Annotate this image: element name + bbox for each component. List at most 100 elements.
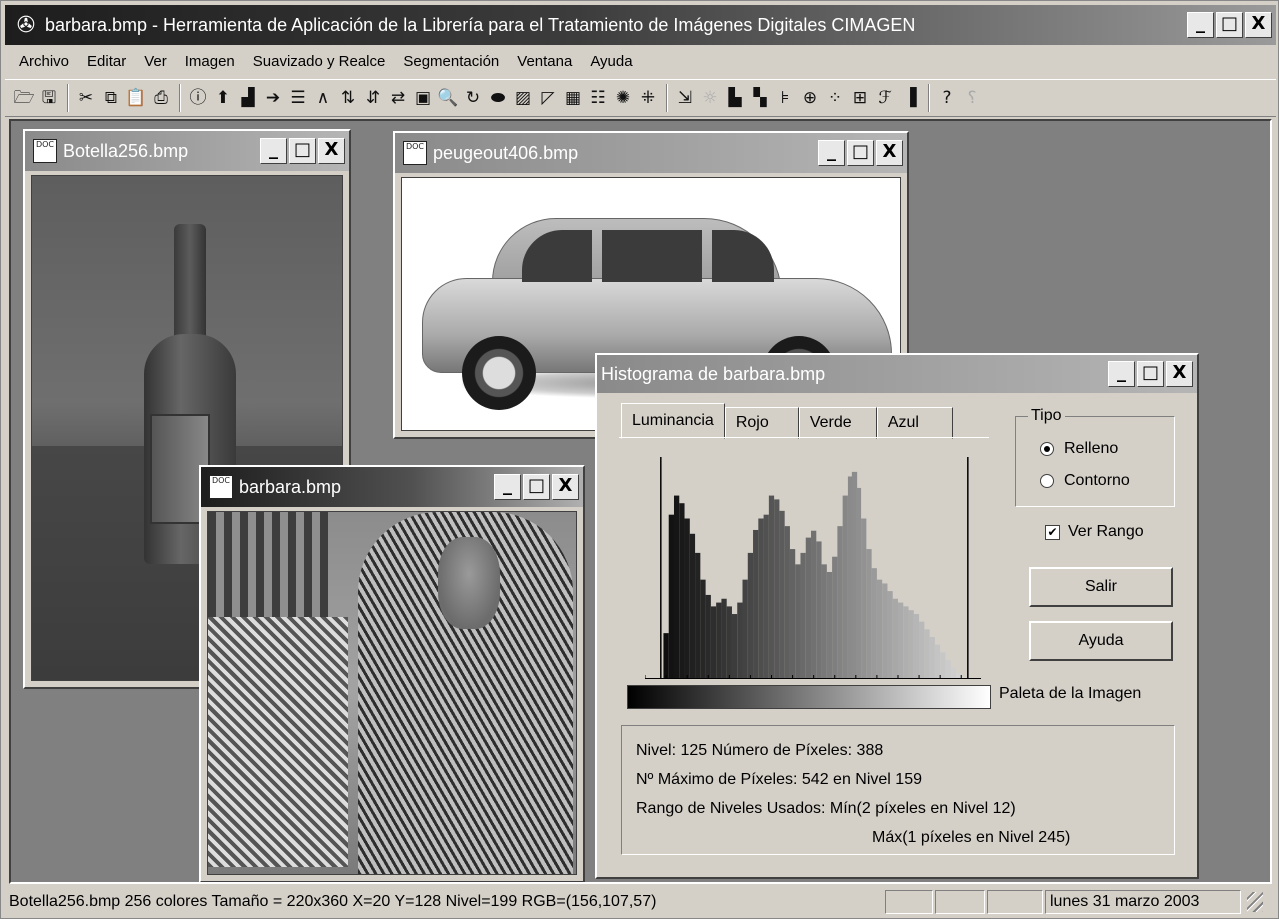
sort-icon[interactable]: ⇵ xyxy=(362,86,384,110)
window-barbara[interactable]: DOC barbara.bmp _ □ X xyxy=(199,465,585,882)
info-icon[interactable]: ⓘ xyxy=(187,86,209,110)
barbara-title-bar[interactable]: DOC barbara.bmp _ □ X xyxy=(201,467,583,507)
fft-icon[interactable]: ℱ xyxy=(874,86,896,110)
close-button[interactable]: X xyxy=(1166,361,1193,387)
table-icon[interactable]: ⊞ xyxy=(849,86,871,110)
print-icon[interactable]: ⎙ xyxy=(150,86,172,110)
menu-imagen[interactable]: Imagen xyxy=(185,53,235,70)
ellipse-icon[interactable]: ⬬ xyxy=(487,86,509,110)
minimize-button[interactable]: _ xyxy=(1108,361,1135,387)
and-or-icon[interactable]: ∧ xyxy=(312,86,334,110)
close-button[interactable]: X xyxy=(1245,12,1272,38)
minimize-button[interactable]: _ xyxy=(494,474,521,500)
rotate-icon[interactable]: ↻ xyxy=(462,86,484,110)
radio-relleno[interactable]: Relleno xyxy=(1040,433,1174,465)
histogram-title-bar[interactable]: Histograma de barbara.bmp _ □ X xyxy=(597,355,1197,393)
dots-icon[interactable]: ⁘ xyxy=(824,86,846,110)
menu-ver[interactable]: Ver xyxy=(144,53,167,70)
histogram-bar xyxy=(861,518,867,679)
document-icon: DOC xyxy=(209,475,233,499)
zoom-icon[interactable]: 🔍 xyxy=(437,86,459,110)
menu-segmentacion[interactable]: Segmentación xyxy=(403,53,499,70)
radio-relleno-dot[interactable] xyxy=(1040,442,1054,456)
align-icon[interactable]: ⊧ xyxy=(774,86,796,110)
image-icon[interactable]: ▣ xyxy=(412,86,434,110)
filter-icon[interactable]: ⊕ xyxy=(799,86,821,110)
close-button[interactable]: X xyxy=(876,140,903,166)
cut-icon[interactable]: ✂ xyxy=(75,86,97,110)
maximize-button[interactable]: □ xyxy=(1137,361,1164,387)
histogram-bar xyxy=(663,633,669,679)
paste-icon[interactable]: 📋 xyxy=(125,86,147,110)
menu-editar[interactable]: Editar xyxy=(87,53,126,70)
resize-grip-icon[interactable] xyxy=(1247,892,1263,912)
minimize-button[interactable]: _ xyxy=(818,140,845,166)
list-icon[interactable]: ☰ xyxy=(287,86,309,110)
ayuda-button[interactable]: Ayuda xyxy=(1029,621,1173,661)
maximize-button[interactable]: □ xyxy=(847,140,874,166)
texture-icon[interactable]: ▨ xyxy=(512,86,534,110)
tab-luminancia[interactable]: Luminancia xyxy=(621,403,725,439)
tab-azul[interactable]: Azul xyxy=(876,407,953,439)
help-icon[interactable]: ? xyxy=(936,86,958,110)
histogram-bar xyxy=(731,614,738,679)
exchange-icon[interactable]: ⇄ xyxy=(387,86,409,110)
pattern-icon[interactable]: ⁜ xyxy=(637,86,659,110)
radio-contorno-dot[interactable] xyxy=(1040,474,1054,488)
curve-icon[interactable]: ◸ xyxy=(537,86,559,110)
open-icon[interactable]: 🗁 xyxy=(13,86,35,110)
menu-suavizado[interactable]: Suavizado y Realce xyxy=(253,53,386,70)
grid-icon[interactable]: ▦ xyxy=(562,86,584,110)
radio-contorno[interactable]: Contorno xyxy=(1040,465,1174,497)
sun-icon[interactable]: ☼ xyxy=(699,86,721,110)
maximize-button[interactable]: □ xyxy=(1216,12,1243,38)
application-window: ✇ barbara.bmp - Herramienta de Aplicació… xyxy=(0,0,1279,919)
botella-title: Botella256.bmp xyxy=(63,140,189,161)
arrow-right-icon[interactable]: ➔ xyxy=(262,86,284,110)
minimize-button[interactable]: _ xyxy=(1187,12,1214,38)
app-title-bar[interactable]: ✇ barbara.bmp - Herramienta de Aplicació… xyxy=(5,5,1276,45)
histogram-chart xyxy=(645,457,981,679)
histogram-bar xyxy=(800,552,806,679)
peugeot-title-bar[interactable]: DOC peugeout406.bmp _ □ X xyxy=(395,133,907,173)
histogram-bar xyxy=(929,636,935,679)
close-button[interactable]: X xyxy=(552,474,579,500)
swap-icon[interactable]: ⇅ xyxy=(337,86,359,110)
arrow-up-icon[interactable]: ⬆ xyxy=(212,86,234,110)
checkmark-icon[interactable]: ✔ xyxy=(1045,524,1060,540)
menu-ventana[interactable]: Ventana xyxy=(517,53,572,70)
maximize-button[interactable]: □ xyxy=(289,138,316,164)
status-bar: Botella256.bmp 256 colores Tamaño = 220x… xyxy=(5,888,1276,916)
gradient-icon[interactable]: ▐ xyxy=(899,86,921,110)
copy-icon[interactable]: ⧉ xyxy=(100,86,122,110)
ver-rango-checkbox[interactable]: ✔ Ver Rango xyxy=(1045,523,1144,541)
ver-rango-label: Ver Rango xyxy=(1068,523,1144,540)
woman xyxy=(358,512,573,874)
histogram-icon[interactable]: ▟ xyxy=(237,86,259,110)
noise-icon[interactable]: ✺ xyxy=(612,86,634,110)
histogram-bar xyxy=(789,549,796,679)
histogram-bar xyxy=(866,549,872,679)
whatsthis-icon[interactable]: ⸮ xyxy=(961,86,983,110)
histogram-bar xyxy=(774,499,780,679)
histogram-bar xyxy=(871,568,877,679)
tab-rojo[interactable]: Rojo xyxy=(724,407,799,439)
histogram-window-buttons: _ □ X xyxy=(1108,361,1193,387)
tab-verde[interactable]: Verde xyxy=(798,407,877,439)
menu-ayuda[interactable]: Ayuda xyxy=(590,53,632,70)
barbara-image[interactable] xyxy=(207,511,577,875)
minimize-button[interactable]: _ xyxy=(260,138,287,164)
stripes-icon[interactable]: ☷ xyxy=(587,86,609,110)
save-icon[interactable]: 🖫 xyxy=(38,86,60,110)
bars-icon[interactable]: ▙ xyxy=(724,86,746,110)
maximize-button[interactable]: □ xyxy=(523,474,550,500)
close-button[interactable]: X xyxy=(318,138,345,164)
status-panel-2 xyxy=(935,890,985,914)
histogram-dialog[interactable]: Histograma de barbara.bmp _ □ X Luminanc… xyxy=(595,353,1199,879)
salir-button[interactable]: Salir xyxy=(1029,567,1173,607)
menu-archivo[interactable]: Archivo xyxy=(19,53,69,70)
export-icon[interactable]: ⇲ xyxy=(674,86,696,110)
botella-title-bar[interactable]: DOC Botella256.bmp _ □ X xyxy=(25,131,349,171)
histogram-bar xyxy=(934,644,941,679)
bars2-icon[interactable]: ▚ xyxy=(749,86,771,110)
